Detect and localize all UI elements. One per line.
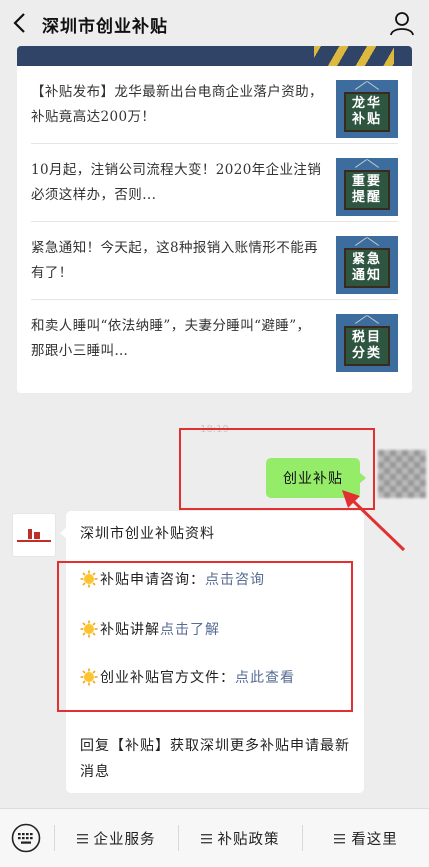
article-title: 紧急通知！今天起，这8种报销入账情形不能再有了！: [31, 240, 318, 281]
bot-menu-prefix: 创业补贴官方文件：: [100, 670, 235, 686]
bot-avatar[interactable]: [12, 513, 56, 557]
learn-more-link[interactable]: 点击了解: [160, 622, 220, 638]
article-thumbnail: 紧急 通知: [336, 236, 398, 294]
article-list-card: 【补贴发布】龙华最新出台电商企业落户资助，补贴竟高达200万！ 龙华 补贴 10…: [17, 46, 412, 393]
menu-item-label: 补贴政策: [217, 832, 280, 848]
bot-menu-line: 补贴申请咨询：点击咨询: [80, 569, 265, 589]
menu-list-icon: [200, 834, 212, 844]
profile-icon[interactable]: [389, 10, 415, 36]
chat-title: 深圳市创业补贴: [42, 17, 168, 37]
user-message-bubble[interactable]: 创业补贴: [266, 458, 366, 498]
bot-message-title: 深圳市创业补贴资料: [80, 526, 215, 542]
bot-menu-prefix: 补贴申请咨询：: [100, 572, 205, 588]
back-arrow-icon[interactable]: [10, 11, 32, 35]
menu-item-label: 企业服务: [93, 832, 156, 848]
sun-emoji-icon: [80, 570, 98, 588]
bottom-menu-bar: 企业服务 补贴政策 看这里: [0, 808, 429, 867]
menu-item-label: 看这里: [351, 832, 398, 848]
card-banner-image: [17, 46, 412, 66]
article-title: 【补贴发布】龙华最新出台电商企业落户资助，补贴竟高达200万！: [31, 84, 323, 125]
menu-enterprise-services[interactable]: 企业服务: [55, 809, 177, 867]
view-documents-link[interactable]: 点此查看: [235, 670, 295, 686]
sun-emoji-icon: [80, 620, 98, 638]
chat-header: 深圳市创业补贴: [0, 0, 429, 46]
menu-subsidy-policy[interactable]: 补贴政策: [179, 809, 301, 867]
article-item[interactable]: 10月起，注销公司流程大变！2020年企业注销必须这样办，否则... 重要 提醒: [17, 144, 412, 222]
keyboard-icon[interactable]: [11, 823, 41, 853]
consult-link[interactable]: 点击咨询: [205, 572, 265, 588]
bot-menu-prefix: 补贴讲解: [100, 622, 160, 638]
article-item[interactable]: 【补贴发布】龙华最新出台电商企业落户资助，补贴竟高达200万！ 龙华 补贴: [17, 66, 412, 144]
message-timestamp: 18:19: [200, 424, 229, 435]
menu-list-icon: [76, 834, 88, 844]
article-thumbnail: 龙华 补贴: [336, 80, 398, 138]
sun-emoji-icon: [80, 668, 98, 686]
user-avatar[interactable]: [378, 450, 426, 498]
bot-menu-line: 补贴讲解点击了解: [80, 619, 220, 639]
article-title: 和卖人睡叫“依法纳睡”，夫妻分睡叫“避睡”，那跟小三睡叫…: [31, 318, 311, 359]
menu-look-here[interactable]: 看这里: [303, 809, 429, 867]
article-item[interactable]: 和卖人睡叫“依法纳睡”，夫妻分睡叫“避睡”，那跟小三睡叫… 税目 分类: [17, 300, 412, 378]
menu-list-icon: [334, 834, 346, 844]
bot-message-footer: 回复【补贴】获取深圳更多补贴申请最新消息: [80, 738, 350, 780]
article-thumbnail: 重要 提醒: [336, 158, 398, 216]
article-thumbnail: 税目 分类: [336, 314, 398, 372]
article-item[interactable]: 紧急通知！今天起，这8种报销入账情形不能再有了！ 紧急 通知: [17, 222, 412, 300]
bot-message-bubble: 深圳市创业补贴资料 补贴申请咨询：点击咨询 补贴讲解点击了解 创业补贴官方文件：…: [60, 511, 364, 793]
bot-menu-line: 创业补贴官方文件：点此查看: [80, 667, 295, 687]
article-title: 10月起，注销公司流程大变！2020年企业注销必须这样办，否则...: [31, 162, 322, 203]
company-logo-icon: [28, 528, 40, 539]
